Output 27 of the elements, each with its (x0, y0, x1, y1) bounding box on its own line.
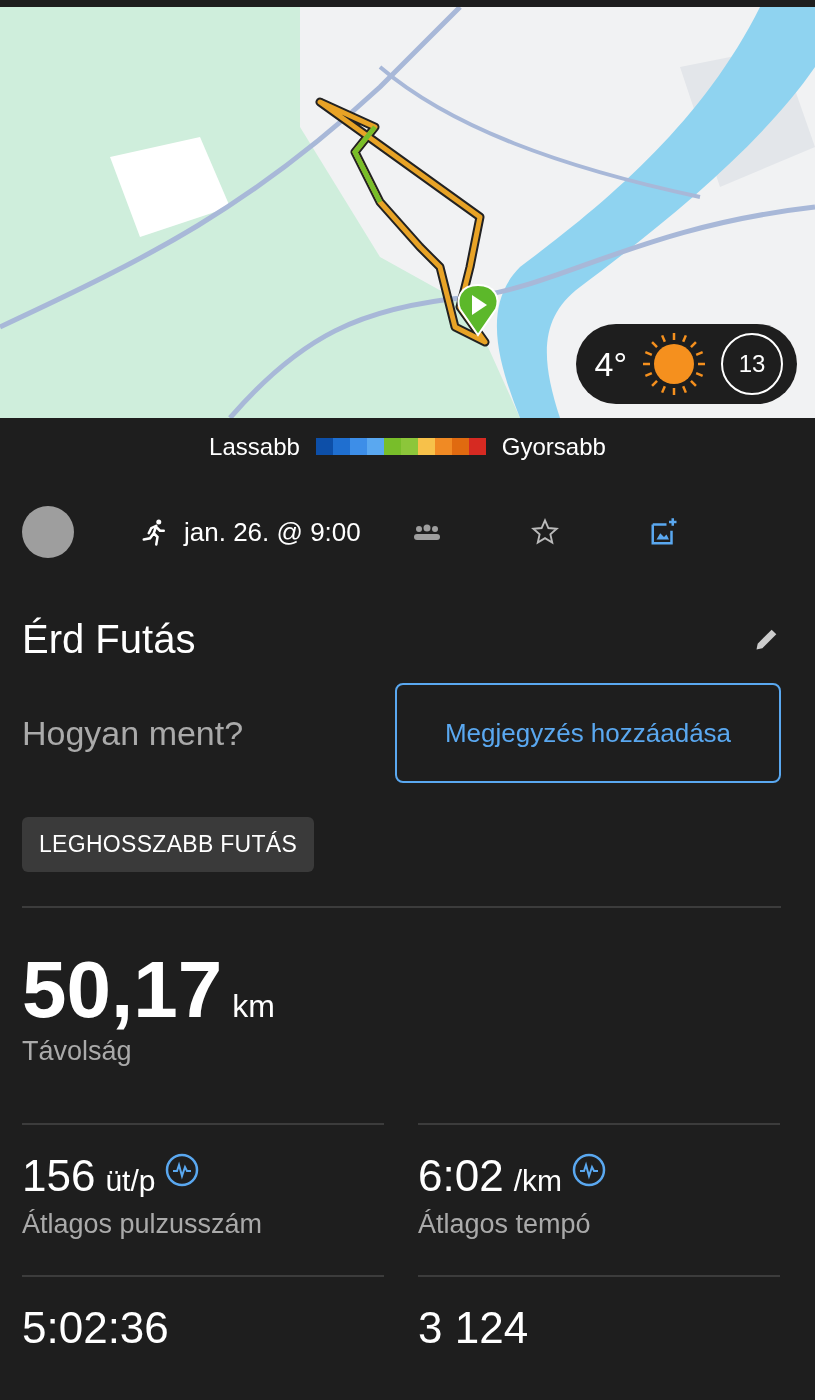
stat-label: Átlagos pulzusszám (22, 1209, 264, 1240)
stat-value: 6:02 (418, 1151, 504, 1201)
heart-rate-icon[interactable] (571, 1153, 606, 1187)
faster-label: Gyorsabb (501, 432, 606, 461)
add-note-button[interactable]: Megjegyzés hozzáadása (395, 683, 781, 783)
stat-label: Átlagos tempó (418, 1209, 592, 1240)
slower-label: Lassabb (209, 432, 300, 461)
wind-speed: 13 (721, 333, 783, 395)
star-icon[interactable] (530, 518, 559, 546)
sun-icon (641, 331, 707, 397)
stat-value: 3 124 (418, 1303, 529, 1353)
achievement-badge: LEGHOSSZABB FUTÁS (22, 817, 315, 872)
temperature: 4° (594, 344, 627, 384)
heart-rate-icon[interactable] (165, 1153, 200, 1187)
runner-avatar (22, 506, 74, 558)
feeling-question: Hogyan ment? (22, 713, 244, 753)
distance-value: 50,17 (22, 944, 223, 1036)
distance-label: Távolság (22, 1036, 133, 1067)
stat-unit: /km (513, 1164, 562, 1198)
activity-date: jan. 26. @ 9:00 (184, 516, 361, 548)
stat-value: 156 (22, 1151, 96, 1201)
activity-title: Érd Futás (22, 616, 196, 662)
group-icon[interactable] (412, 524, 441, 540)
stat-unit: üt/p (105, 1164, 156, 1198)
weather-widget[interactable]: 4° 13 (576, 324, 797, 404)
stat-value: 5:02:36 (22, 1303, 169, 1353)
distance-unit: km (232, 988, 275, 1025)
